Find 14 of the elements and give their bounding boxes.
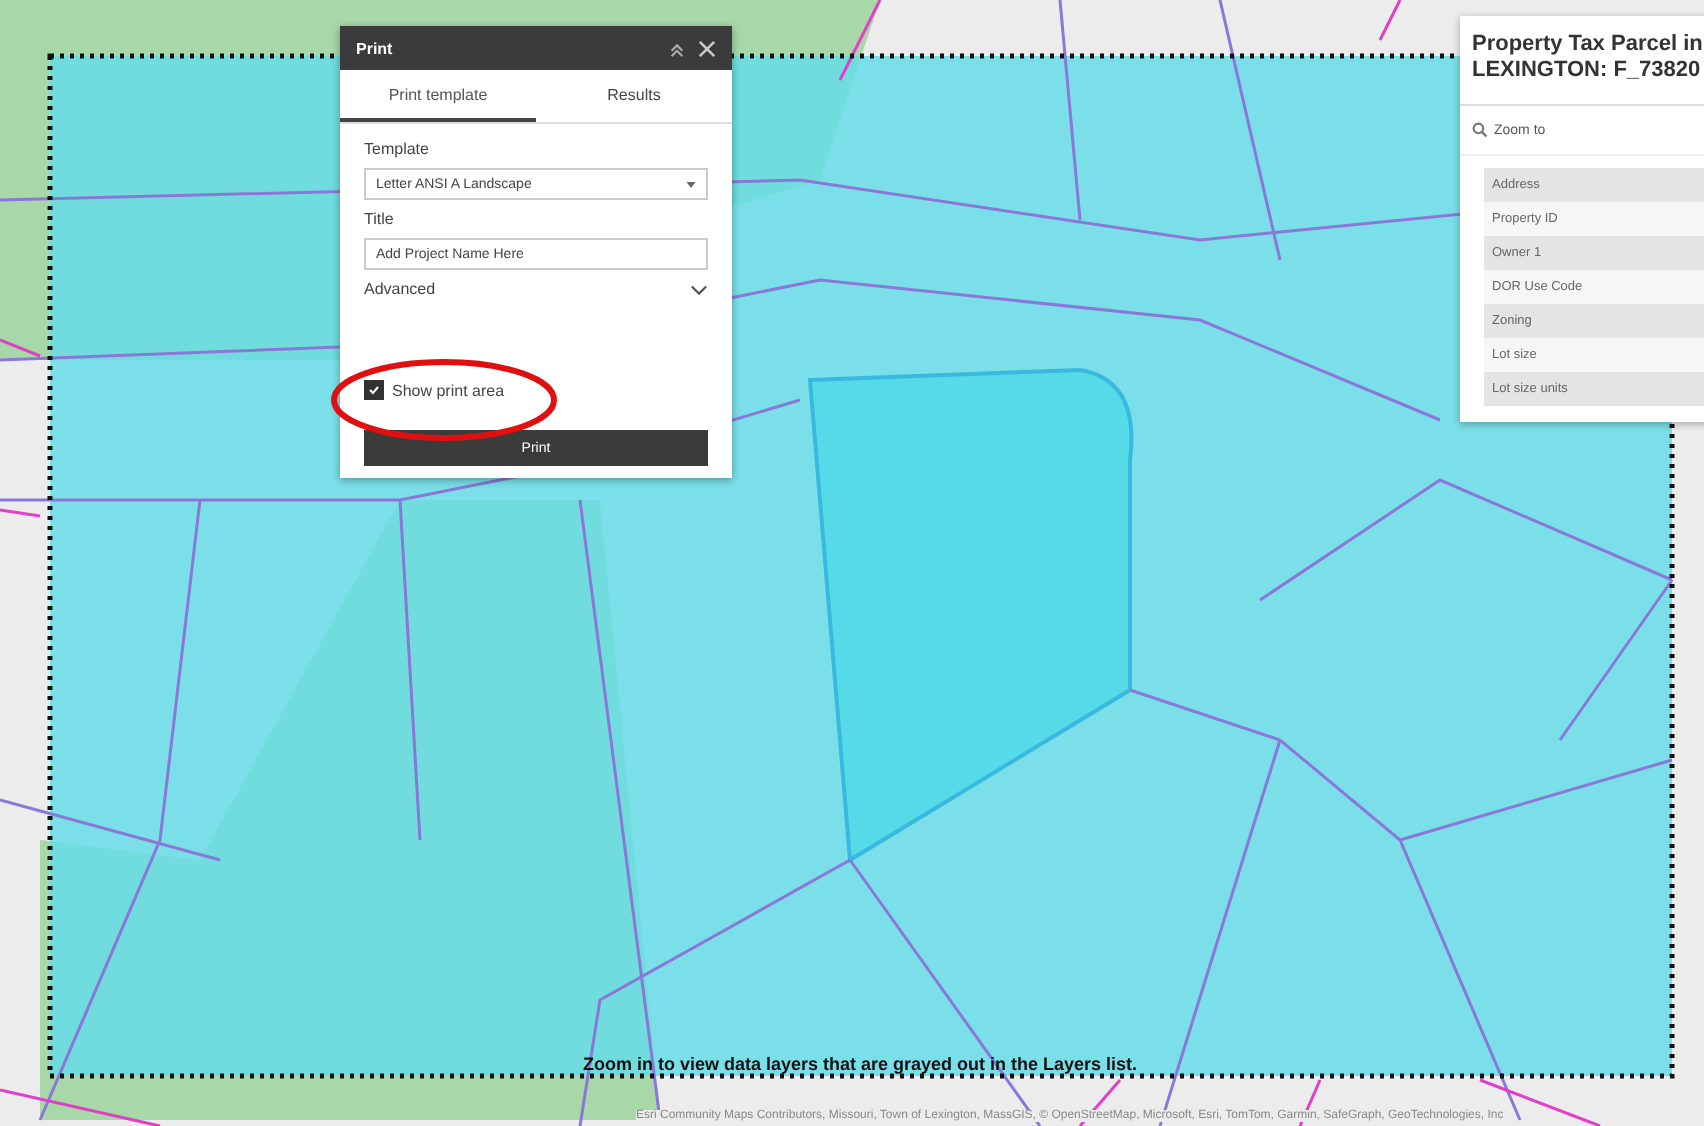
close-icon[interactable]	[698, 39, 716, 57]
show-print-area-checkbox[interactable]	[364, 380, 384, 400]
panel-tab[interactable]: Print template	[340, 70, 536, 122]
checkbox-label: Show print area	[392, 381, 505, 399]
advanced-toggle[interactable]: Advanced	[364, 280, 436, 298]
title-label: Title	[364, 210, 396, 228]
template-label: Template	[364, 140, 431, 158]
map-notice: Zoom in to view data layers that are grayed out in the Layers list.	[582, 1054, 1138, 1074]
chevron-down-icon[interactable]	[690, 283, 708, 295]
panel-title: Print	[356, 39, 395, 57]
caret-icon[interactable]	[686, 181, 696, 187]
collapse-icon[interactable]	[668, 39, 686, 57]
check-icon	[368, 384, 380, 396]
search-icon	[1472, 122, 1488, 139]
